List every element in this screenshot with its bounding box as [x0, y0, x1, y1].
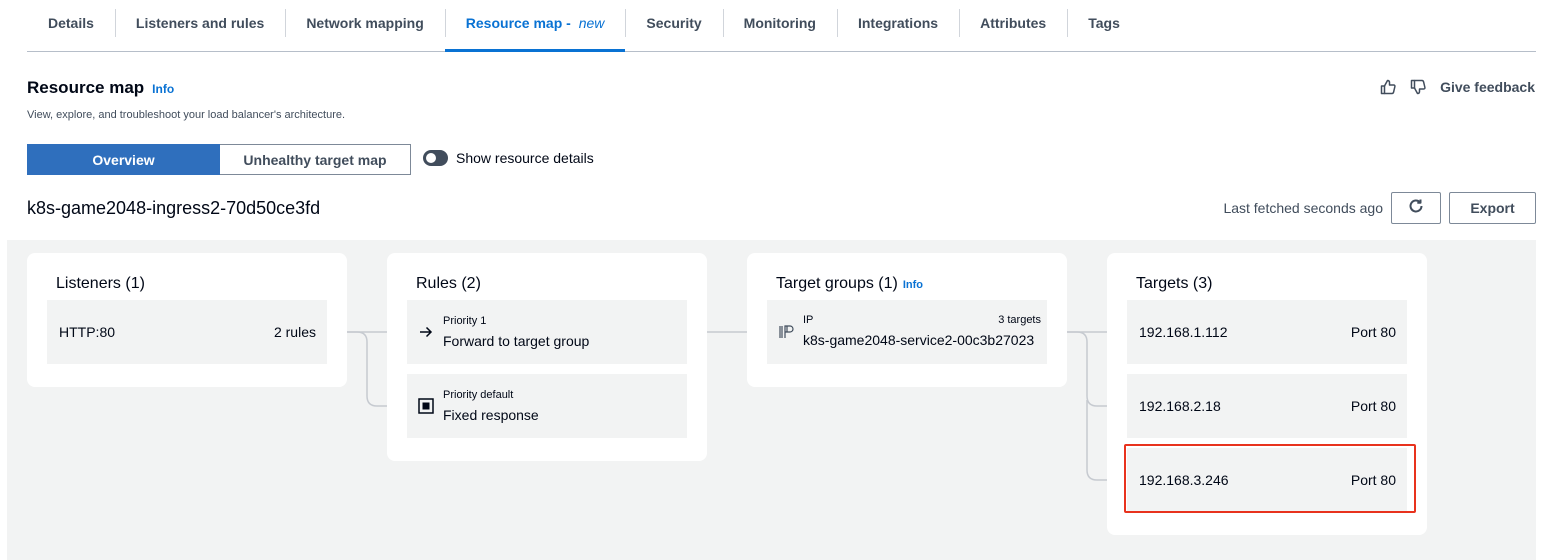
tab-label: Listeners and rules	[135, 15, 265, 31]
target-groups-title-text: Target groups (1)	[776, 275, 898, 292]
page-title: Resource map Info	[27, 78, 174, 98]
tab-label: Attributes	[980, 15, 1047, 31]
target-group-name: k8s-game2048-service2-00c3b27023	[803, 332, 1035, 348]
rule-item[interactable]: Priority default Fixed response	[407, 374, 687, 438]
tab-integrations[interactable]: Integrations	[836, 0, 959, 46]
info-link[interactable]: Info	[152, 82, 174, 96]
target-group-item[interactable]: IP 3 targets k8s-game2048-service2-00c3b…	[767, 300, 1047, 364]
listeners-title: Listeners (1)	[56, 275, 145, 292]
info-link[interactable]: Info	[903, 279, 923, 291]
page-description: View, explore, and troubleshoot your loa…	[27, 109, 346, 121]
tab-label: Tags	[1088, 15, 1120, 31]
rule-action: Forward to target group	[443, 333, 590, 349]
arrow-right-icon	[418, 324, 434, 340]
thumbs-up-icon[interactable]	[1380, 79, 1396, 95]
fixed-response-icon	[418, 398, 434, 414]
tab-resource-map[interactable]: Resource map - new	[444, 0, 626, 52]
tab-label: Security	[646, 15, 702, 31]
tab-bar: Details Listeners and rules Network mapp…	[27, 0, 1536, 52]
give-feedback-link[interactable]: Give feedback	[1440, 79, 1535, 95]
unhealthy-target-map-segment[interactable]: Unhealthy target map	[220, 144, 411, 175]
tab-listeners-and-rules[interactable]: Listeners and rules	[114, 0, 285, 46]
listener-item[interactable]: HTTP:80 2 rules	[47, 300, 327, 364]
refresh-button[interactable]	[1391, 192, 1441, 224]
listeners-card: Listeners (1) HTTP:80 2 rules	[27, 253, 347, 387]
target-item[interactable]: 192.168.2.18 Port 80	[1127, 374, 1407, 438]
toggle-label: Show resource details	[456, 150, 594, 166]
tab-label: Resource map -	[465, 15, 575, 31]
rules-card: Rules (2) Priority 1 Forward to target g…	[387, 253, 707, 461]
targets-card: Targets (3) 192.168.1.112 Port 80 192.16…	[1107, 253, 1427, 535]
tab-label: Details	[48, 15, 94, 31]
show-resource-details-toggle[interactable]	[423, 150, 448, 166]
rule-priority: Priority 1	[443, 315, 487, 327]
tab-attributes[interactable]: Attributes	[959, 0, 1067, 46]
target-groups-title: Target groups (1) Info	[776, 275, 923, 293]
target-ip: 192.168.1.112	[1139, 324, 1228, 340]
show-resource-details-toggle-wrap: Show resource details	[423, 150, 594, 166]
tab-security[interactable]: Security	[625, 0, 722, 46]
tab-monitoring[interactable]: Monitoring	[722, 0, 837, 46]
target-item[interactable]: 192.168.3.246 Port 80	[1127, 448, 1407, 512]
target-port: Port 80	[1350, 398, 1396, 414]
targets-title: Targets (3)	[1136, 275, 1213, 292]
last-fetched-text: Last fetched seconds ago	[1223, 200, 1383, 216]
rules-title: Rules (2)	[416, 275, 481, 292]
resource-map-canvas: Listeners (1) HTTP:80 2 rules Rules (2) …	[7, 240, 1536, 560]
ip-icon	[778, 324, 794, 340]
tab-label: Integrations	[857, 15, 939, 31]
rule-action: Fixed response	[443, 407, 539, 423]
target-group-type: IP	[803, 314, 814, 326]
tab-tags[interactable]: Tags	[1067, 0, 1141, 46]
tab-label: Network mapping	[306, 15, 424, 31]
thumbs-down-icon[interactable]	[1410, 79, 1426, 95]
tab-details[interactable]: Details	[27, 0, 115, 46]
target-group-count: 3 targets	[998, 314, 1041, 326]
target-port: Port 80	[1350, 472, 1396, 488]
overview-segment[interactable]: Overview	[27, 144, 220, 175]
target-ip: 192.168.2.18	[1139, 398, 1221, 414]
listener-protocol: HTTP:80	[59, 324, 116, 340]
load-balancer-name: k8s-game2048-ingress2-70d50ce3fd	[27, 198, 321, 218]
rule-item[interactable]: Priority 1 Forward to target group	[407, 300, 687, 364]
feedback-area: Give feedback	[1380, 79, 1535, 95]
target-groups-card: Target groups (1) Info IP 3 targets k8s-g…	[747, 253, 1067, 387]
target-item[interactable]: 192.168.1.112 Port 80	[1127, 300, 1407, 364]
view-segmented-control: Overview Unhealthy target map	[27, 144, 411, 175]
export-button[interactable]: Export	[1449, 192, 1536, 224]
refresh-icon	[1408, 198, 1424, 219]
tab-network-mapping[interactable]: Network mapping	[285, 0, 444, 46]
rule-priority: Priority default	[443, 389, 514, 401]
target-ip: 192.168.3.246	[1139, 472, 1229, 488]
tab-label: Monitoring	[743, 15, 816, 31]
target-port: Port 80	[1350, 324, 1396, 340]
listener-rules-count: 2 rules	[273, 324, 316, 340]
tab-new-badge: new	[578, 15, 605, 31]
page-title-text: Resource map	[27, 78, 145, 97]
